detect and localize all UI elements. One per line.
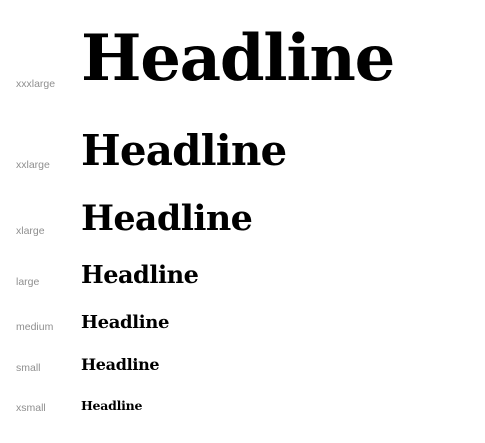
headline-sample-xxxlarge: Headline	[81, 21, 395, 96]
headline-sample-large: Headline	[81, 260, 199, 289]
headline-type-scale: xxxlarge Headline xxlarge Headline xlarg…	[0, 0, 485, 443]
size-label-small: small	[16, 362, 41, 374]
size-label-xsmall: xsmall	[16, 402, 46, 414]
size-label-xxlarge: xxlarge	[16, 159, 50, 171]
headline-sample-xxlarge: Headline	[81, 126, 287, 175]
headline-sample-xsmall: Headline	[81, 398, 143, 413]
size-label-xlarge: xlarge	[16, 225, 45, 237]
headline-sample-medium: Headline	[81, 312, 170, 333]
size-label-medium: medium	[16, 321, 54, 333]
size-label-large: large	[16, 276, 40, 288]
headline-sample-small: Headline	[81, 355, 160, 374]
headline-sample-xlarge: Headline	[81, 198, 253, 239]
size-label-xxxlarge: xxxlarge	[16, 78, 56, 90]
